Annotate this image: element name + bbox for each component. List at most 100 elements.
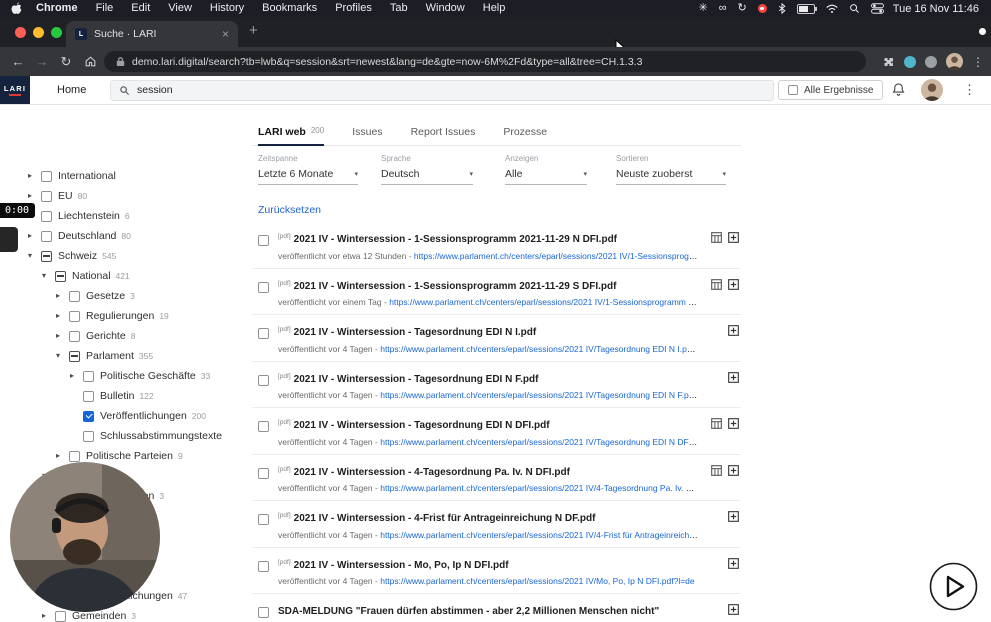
tab-close-icon[interactable]: × <box>222 28 229 40</box>
tree-checkbox[interactable] <box>69 291 80 302</box>
tree-checkbox[interactable] <box>55 271 66 282</box>
table-icon[interactable] <box>711 232 722 243</box>
chevron-right-icon[interactable]: ▸ <box>28 192 41 200</box>
menubar-record-icon[interactable] <box>758 4 767 13</box>
menu-view[interactable]: View <box>159 0 201 17</box>
browser-profile-avatar[interactable] <box>946 53 963 70</box>
add-icon[interactable] <box>728 418 739 429</box>
result-checkbox[interactable] <box>258 561 269 572</box>
menu-profiles[interactable]: Profiles <box>326 0 381 17</box>
zoom-window-button[interactable] <box>51 27 62 38</box>
chevron-right-icon[interactable]: ▸ <box>56 292 69 300</box>
filter-dropdown[interactable]: Alle▾ <box>505 168 587 185</box>
tree-item-gesetze[interactable]: ▸Gesetze3 <box>15 286 252 306</box>
menu-help[interactable]: Help <box>474 0 515 17</box>
add-icon[interactable] <box>728 558 739 569</box>
tree-checkbox[interactable] <box>41 251 52 262</box>
tree-item-gerichte[interactable]: ▸Gerichte8 <box>15 326 252 346</box>
tab-prozesse[interactable]: Prozesse <box>503 118 547 145</box>
chevron-right-icon[interactable]: ▸ <box>28 172 41 180</box>
tree-checkbox[interactable] <box>83 371 94 382</box>
menu-history[interactable]: History <box>201 0 253 17</box>
add-icon[interactable] <box>728 372 739 383</box>
tab-issues[interactable]: Issues <box>352 118 382 145</box>
address-bar[interactable]: demo.lari.digital/search?tb=lwb&q=sessio… <box>104 51 866 72</box>
tree-item-schweiz[interactable]: ▾Schweiz545 <box>15 246 252 266</box>
add-icon[interactable] <box>728 325 739 336</box>
menubar-bluetooth-icon[interactable] <box>778 3 786 14</box>
result-link[interactable]: https://www.parlament.ch/centers/eparl/s… <box>380 530 699 540</box>
tree-item-eu[interactable]: ▸EU80 <box>15 186 252 206</box>
home-icon[interactable] <box>80 47 100 76</box>
menu-window[interactable]: Window <box>417 0 474 17</box>
result-checkbox[interactable] <box>258 468 269 479</box>
result-title[interactable]: 2021 IV - Wintersession - 1-Sessionsprog… <box>294 234 617 245</box>
table-icon[interactable] <box>711 279 722 290</box>
menubar-toggle-icon[interactable] <box>871 3 884 14</box>
tree-checkbox[interactable] <box>83 391 94 402</box>
filter-dropdown[interactable]: Letzte 6 Monate▾ <box>258 168 358 185</box>
add-icon[interactable] <box>728 604 739 615</box>
menu-file[interactable]: File <box>87 0 123 17</box>
minimize-window-button[interactable] <box>33 27 44 38</box>
result-title[interactable]: 2021 IV - Wintersession - 4-Frist für An… <box>294 513 596 524</box>
menu-chrome[interactable]: Chrome <box>27 0 87 17</box>
result-title[interactable]: 2021 IV - Wintersession - Tagesordnung E… <box>294 420 550 431</box>
filter-dropdown[interactable]: Deutsch▾ <box>381 168 473 185</box>
menubar-wifi-icon[interactable] <box>826 4 838 14</box>
close-window-button[interactable] <box>15 27 26 38</box>
search-input[interactable] <box>137 84 773 96</box>
recorder-widget[interactable] <box>0 227 18 252</box>
result-checkbox[interactable] <box>258 235 269 246</box>
tree-checkbox[interactable] <box>83 411 94 422</box>
reload-icon[interactable]: ↻ <box>56 47 76 76</box>
tree-checkbox[interactable] <box>41 191 52 202</box>
tree-item-ver-ffentlichungen[interactable]: Veröffentlichungen200 <box>15 406 252 426</box>
menubar-glasses-icon[interactable]: ∞ <box>719 3 727 14</box>
result-link[interactable]: https://www.parlament.ch/centers/eparl/s… <box>380 483 699 493</box>
result-link[interactable]: https://www.parlament.ch/centers/eparl/s… <box>414 251 699 261</box>
chevron-down-icon[interactable]: ▾ <box>28 252 41 260</box>
tree-checkbox[interactable] <box>69 451 80 462</box>
chevron-down-icon[interactable]: ▾ <box>56 352 69 360</box>
add-icon[interactable] <box>728 232 739 243</box>
result-title[interactable]: 2021 IV - Wintersession - Tagesordnung E… <box>294 327 537 338</box>
menubar-sparkle-icon[interactable]: ✳ <box>698 3 707 14</box>
browser-menu-icon[interactable]: ⋮ <box>972 56 984 68</box>
result-link[interactable]: https://www.parlament.ch/centers/eparl/s… <box>380 344 699 354</box>
tree-checkbox[interactable] <box>55 611 66 622</box>
menubar-clock[interactable]: Tue 16 Nov 11:46 <box>884 3 991 15</box>
forward-icon[interactable]: → <box>32 47 52 76</box>
table-icon[interactable] <box>711 465 722 476</box>
apple-menu-icon[interactable] <box>0 2 27 15</box>
tree-checkbox[interactable] <box>41 231 52 242</box>
user-avatar[interactable] <box>921 79 943 101</box>
chevron-right-icon[interactable]: ▸ <box>70 372 83 380</box>
tree-checkbox[interactable] <box>83 431 94 442</box>
result-link[interactable]: https://www.parlament.ch/centers/eparl/s… <box>389 297 699 307</box>
tree-checkbox[interactable] <box>69 311 80 322</box>
result-checkbox[interactable] <box>258 282 269 293</box>
menubar-sync-icon[interactable]: ↻ <box>738 3 747 14</box>
result-link[interactable]: https://www.parlament.ch/centers/eparl/s… <box>380 390 699 400</box>
result-title[interactable]: 2021 IV - Wintersession - 4-Tagesordnung… <box>294 467 570 478</box>
extension-icon[interactable] <box>925 56 937 68</box>
menubar-search-icon[interactable] <box>849 3 860 14</box>
result-title[interactable]: 2021 IV - Wintersession - Tagesordnung E… <box>294 374 539 385</box>
result-checkbox[interactable] <box>258 514 269 525</box>
lari-logo[interactable]: LARI <box>0 76 30 104</box>
chevron-right-icon[interactable]: ▸ <box>28 232 41 240</box>
chevron-right-icon[interactable]: ▸ <box>56 452 69 460</box>
result-link[interactable]: https://www.parlament.ch/centers/eparl/s… <box>380 576 694 586</box>
tree-item-bulletin[interactable]: Bulletin122 <box>15 386 252 406</box>
reset-filters-link[interactable]: Zurücksetzen <box>258 204 321 216</box>
result-link[interactable]: https://www.parlament.ch/centers/eparl/s… <box>380 437 699 447</box>
browser-tab[interactable]: L Suche · LARI × <box>66 21 238 47</box>
extensions-puzzle-icon[interactable] <box>883 56 895 68</box>
tab-lari-web[interactable]: LARI web200 <box>258 118 324 145</box>
tree-item-schlussabstimmungstexte[interactable]: Schlussabstimmungstexte <box>15 426 252 446</box>
menu-bookmarks[interactable]: Bookmarks <box>253 0 326 17</box>
table-icon[interactable] <box>711 418 722 429</box>
result-checkbox[interactable] <box>258 375 269 386</box>
tree-item-international[interactable]: ▸International <box>15 166 252 186</box>
